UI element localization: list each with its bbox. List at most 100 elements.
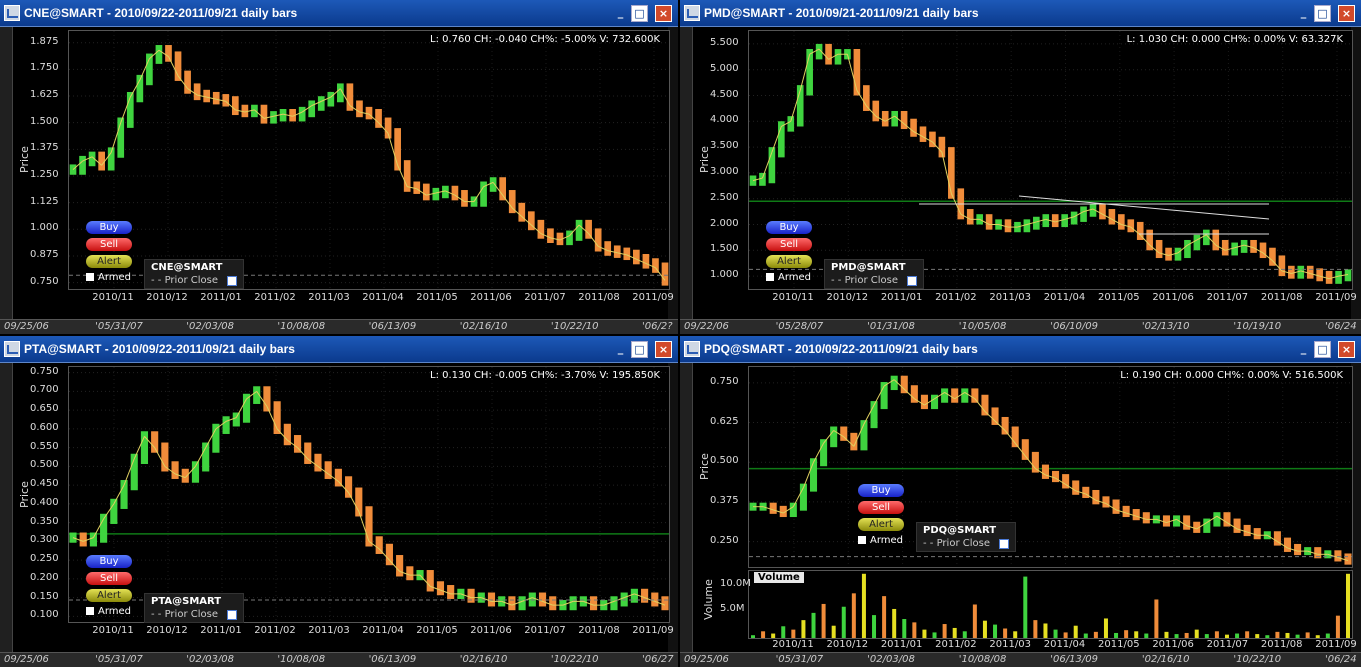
window-titlebar[interactable]: PMD@SMART - 2010/09/21-2011/09/21 daily … xyxy=(680,0,1361,27)
armed-checkbox[interactable]: Armed xyxy=(86,606,131,617)
sell-button[interactable]: Sell xyxy=(86,572,132,585)
legend-prior-close: - - Prior Close xyxy=(831,275,898,286)
x-tick-label: 2011/08 xyxy=(578,625,620,636)
window-title: PTA@SMART - 2010/09/22-2011/09/21 daily … xyxy=(24,342,295,356)
alert-button[interactable]: Alert xyxy=(858,518,904,531)
chart-legend[interactable]: PDQ@SMART - - Prior Close xyxy=(916,522,1016,552)
close-icon[interactable]: × xyxy=(655,5,672,22)
volume-plot-area[interactable] xyxy=(748,570,1353,639)
sell-button[interactable]: Sell xyxy=(766,238,812,251)
armed-checkbox[interactable]: Armed xyxy=(86,272,131,283)
armed-checkbox[interactable]: Armed xyxy=(766,272,811,283)
sell-button[interactable]: Sell xyxy=(858,501,904,514)
price-plot-area[interactable] xyxy=(748,30,1353,290)
time-scrollbar[interactable]: 09/25/06 '05/31/07 '02/03/08 '10/08/08 '06/1… xyxy=(680,652,1361,667)
armed-checkbox[interactable]: Armed xyxy=(858,535,903,546)
y-tick-label: 1.500 xyxy=(30,115,59,127)
y-tick-label: 5.000 xyxy=(710,62,739,74)
y-axis-label: Price xyxy=(698,146,711,173)
last-price-info: L: 0.190 CH: 0.000 CH%: 0.00% V: 516.500… xyxy=(1120,370,1343,381)
time-scrollbar[interactable]: 09/25/06 '05/31/07 '02/03/08 '10/08/08 '06/1… xyxy=(0,652,678,667)
left-scroll-strip[interactable] xyxy=(680,363,693,653)
x-tick-label: 2011/09 xyxy=(632,625,674,636)
price-plot-area[interactable] xyxy=(68,30,670,290)
y-tick-label: 0.500 xyxy=(30,459,59,471)
volume-bar xyxy=(791,629,796,638)
checkbox-icon[interactable] xyxy=(858,536,866,544)
y-tick-label: 0.450 xyxy=(30,478,59,490)
volume-bar xyxy=(1275,631,1280,638)
prior-close-checkbox[interactable] xyxy=(227,610,237,620)
chart-legend[interactable]: CNE@SMART - - Prior Close xyxy=(144,259,244,289)
x-tick-label: 2011/07 xyxy=(1206,639,1249,650)
x-tick-label: 2011/01 xyxy=(880,292,923,303)
minimize-icon[interactable]: _ xyxy=(1296,5,1311,20)
volume-bar xyxy=(1285,632,1290,638)
checkbox-icon[interactable] xyxy=(86,607,94,615)
window-titlebar[interactable]: PTA@SMART - 2010/09/22-2011/09/21 daily … xyxy=(0,336,678,363)
maximize-icon[interactable]: □ xyxy=(1314,5,1331,22)
legend-prior-close: - - Prior Close xyxy=(151,275,218,286)
alert-button[interactable]: Alert xyxy=(86,255,132,268)
volume-bar xyxy=(993,624,998,638)
y-tick-label: 0.500 xyxy=(710,455,739,467)
x-tick-label: 2010/12 xyxy=(826,639,869,650)
x-tick-label: 2011/07 xyxy=(1206,292,1249,303)
x-tick-label: 2011/04 xyxy=(362,625,404,636)
left-scroll-strip[interactable] xyxy=(0,27,13,320)
alert-button[interactable]: Alert xyxy=(766,255,812,268)
price-plot-area[interactable] xyxy=(68,366,670,623)
alert-button[interactable]: Alert xyxy=(86,589,132,602)
prior-close-checkbox[interactable] xyxy=(227,276,237,286)
timeline-date: '10/22/10 xyxy=(550,321,599,332)
maximize-icon[interactable]: □ xyxy=(631,5,648,22)
left-scroll-strip[interactable] xyxy=(0,363,13,653)
chart-legend[interactable]: PMD@SMART - - Prior Close xyxy=(824,259,924,289)
left-scroll-strip[interactable] xyxy=(680,27,693,320)
x-tick-label: 2011/02 xyxy=(254,292,296,303)
timeline-date: '05/31/07 xyxy=(95,321,143,332)
close-icon[interactable]: × xyxy=(1338,5,1355,22)
x-tick-label: 2011/05 xyxy=(1098,292,1140,303)
chart-legend[interactable]: PTA@SMART - - Prior Close xyxy=(144,593,244,623)
y-tick-label: 1.375 xyxy=(30,142,59,154)
price-chart-svg xyxy=(69,367,669,622)
y-tick-label: 4.500 xyxy=(710,88,739,100)
window-titlebar[interactable]: PDQ@SMART - 2010/09/22-2011/09/21 daily … xyxy=(680,336,1361,363)
window-titlebar[interactable]: CNE@SMART - 2010/09/22-2011/09/21 daily … xyxy=(0,0,678,27)
volume-bar xyxy=(1164,631,1169,638)
y-axis-label: Price xyxy=(698,453,711,480)
chart-window-icon xyxy=(4,5,20,21)
minimize-icon[interactable]: _ xyxy=(1296,341,1311,356)
close-icon[interactable]: × xyxy=(1338,341,1355,358)
y-tick-label: 3.000 xyxy=(710,165,739,177)
maximize-icon[interactable]: □ xyxy=(1314,341,1331,358)
legend-prior-close: - - Prior Close xyxy=(923,538,990,549)
maximize-icon[interactable]: □ xyxy=(631,341,648,358)
minimize-icon[interactable]: _ xyxy=(613,341,628,356)
buy-button[interactable]: Buy xyxy=(86,221,132,234)
window-title: PDQ@SMART - 2010/09/22-2011/09/21 daily … xyxy=(704,342,978,356)
timeline-date: '05/28/07 xyxy=(775,321,824,332)
prior-close-checkbox[interactable] xyxy=(907,276,917,286)
sell-button[interactable]: Sell xyxy=(86,238,132,251)
volume-tick-label: 5.0M xyxy=(720,603,745,614)
checkbox-icon[interactable] xyxy=(86,273,94,281)
checkbox-icon[interactable] xyxy=(766,273,774,281)
buy-button[interactable]: Buy xyxy=(858,484,904,497)
x-tick-label: 2011/09 xyxy=(632,292,674,303)
close-icon[interactable]: × xyxy=(655,341,672,358)
prior-close-checkbox[interactable] xyxy=(999,539,1009,549)
volume-bar xyxy=(882,596,887,638)
buy-button[interactable]: Buy xyxy=(766,221,812,234)
volume-bar xyxy=(811,612,816,638)
x-tick-label: 2011/07 xyxy=(524,292,566,303)
time-scrollbar[interactable]: 09/25/06 '05/31/07 '02/03/08 '10/08/08 '06/1… xyxy=(0,319,678,334)
price-plot-area[interactable] xyxy=(748,366,1353,568)
legend-symbol: PMD@SMART xyxy=(831,262,906,273)
buy-button[interactable]: Buy xyxy=(86,555,132,568)
time-scrollbar[interactable]: 09/22/06 '05/28/07 '01/31/08 '10/05/08 '06/1… xyxy=(680,319,1361,334)
volume-tick-label: 10.0M xyxy=(720,578,751,589)
minimize-icon[interactable]: _ xyxy=(613,5,628,20)
y-tick-label: 1.000 xyxy=(30,222,59,234)
